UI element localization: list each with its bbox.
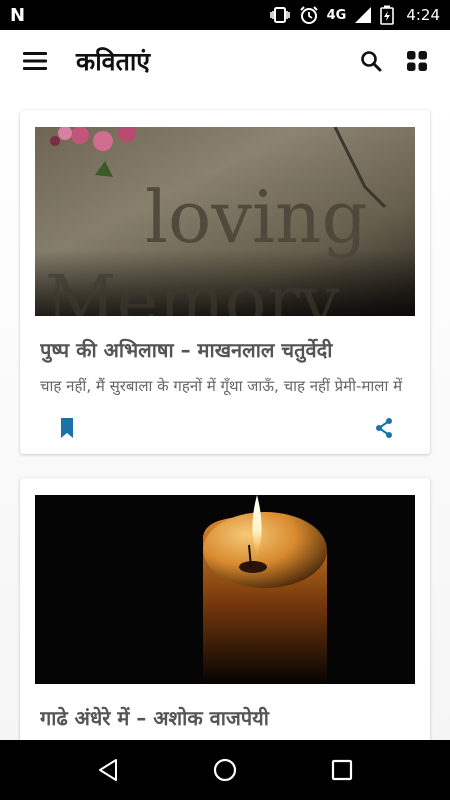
svg-text:Memory: Memory [45, 260, 340, 316]
n-logo-icon: N [10, 4, 26, 26]
status-right: 4G 4:24 [269, 5, 440, 25]
share-icon [376, 418, 392, 438]
hamburger-menu-icon [23, 52, 47, 70]
status-left: N [10, 5, 25, 26]
svg-text:m: m [145, 127, 221, 136]
grid-view-icon [407, 51, 427, 71]
candle-image [35, 495, 415, 684]
engraved-word: loving [145, 175, 368, 259]
status-time: 4:24 [406, 6, 440, 24]
poem-card[interactable]: गाढे अंधेरे में – अशोक वाजपेयी [20, 478, 430, 740]
back-button[interactable] [86, 748, 130, 792]
bookmark-icon [61, 418, 73, 438]
recents-square-icon [331, 759, 352, 781]
poem-title[interactable]: पुष्प की अभिलाषा – माखनलाल चतुर्वेदी [40, 336, 410, 363]
card-actions [20, 412, 430, 442]
poem-card-image [35, 495, 415, 684]
poem-card[interactable]: m loving Memory पुष्प की अभिलाषा – माखनल… [20, 110, 430, 454]
system-nav-bar [0, 740, 450, 800]
home-circle-icon [213, 758, 237, 782]
poem-excerpt: चाह नहीं, मैं सुरबाला के गहनों में गूँथा… [40, 377, 403, 395]
signal-icon [355, 7, 372, 23]
search-button[interactable] [356, 46, 386, 76]
menu-button[interactable] [18, 44, 52, 78]
network-type-label: 4G [326, 7, 347, 23]
stone-engraving-image: m loving Memory [35, 127, 415, 316]
share-button[interactable] [372, 416, 396, 440]
battery-charging-icon [380, 5, 395, 25]
recents-button[interactable] [320, 748, 364, 792]
app-bar: कविताएं [0, 30, 450, 92]
app-actions [356, 46, 432, 76]
bookmark-button[interactable] [56, 416, 78, 440]
grid-view-button[interactable] [402, 46, 432, 76]
search-icon [361, 51, 382, 72]
alarm-icon [299, 6, 318, 24]
poem-title[interactable]: गाढे अंधेरे में – अशोक वाजपेयी [40, 704, 410, 731]
vibrate-icon [269, 7, 290, 23]
page-title: कविताएं [76, 47, 151, 76]
content-list: m loving Memory पुष्प की अभिलाषा – माखनल… [0, 92, 450, 740]
status-bar: N 4G 4:24 [0, 0, 450, 30]
poem-card-image: m loving Memory [35, 127, 415, 316]
home-button[interactable] [203, 748, 247, 792]
back-triangle-icon [99, 759, 118, 781]
